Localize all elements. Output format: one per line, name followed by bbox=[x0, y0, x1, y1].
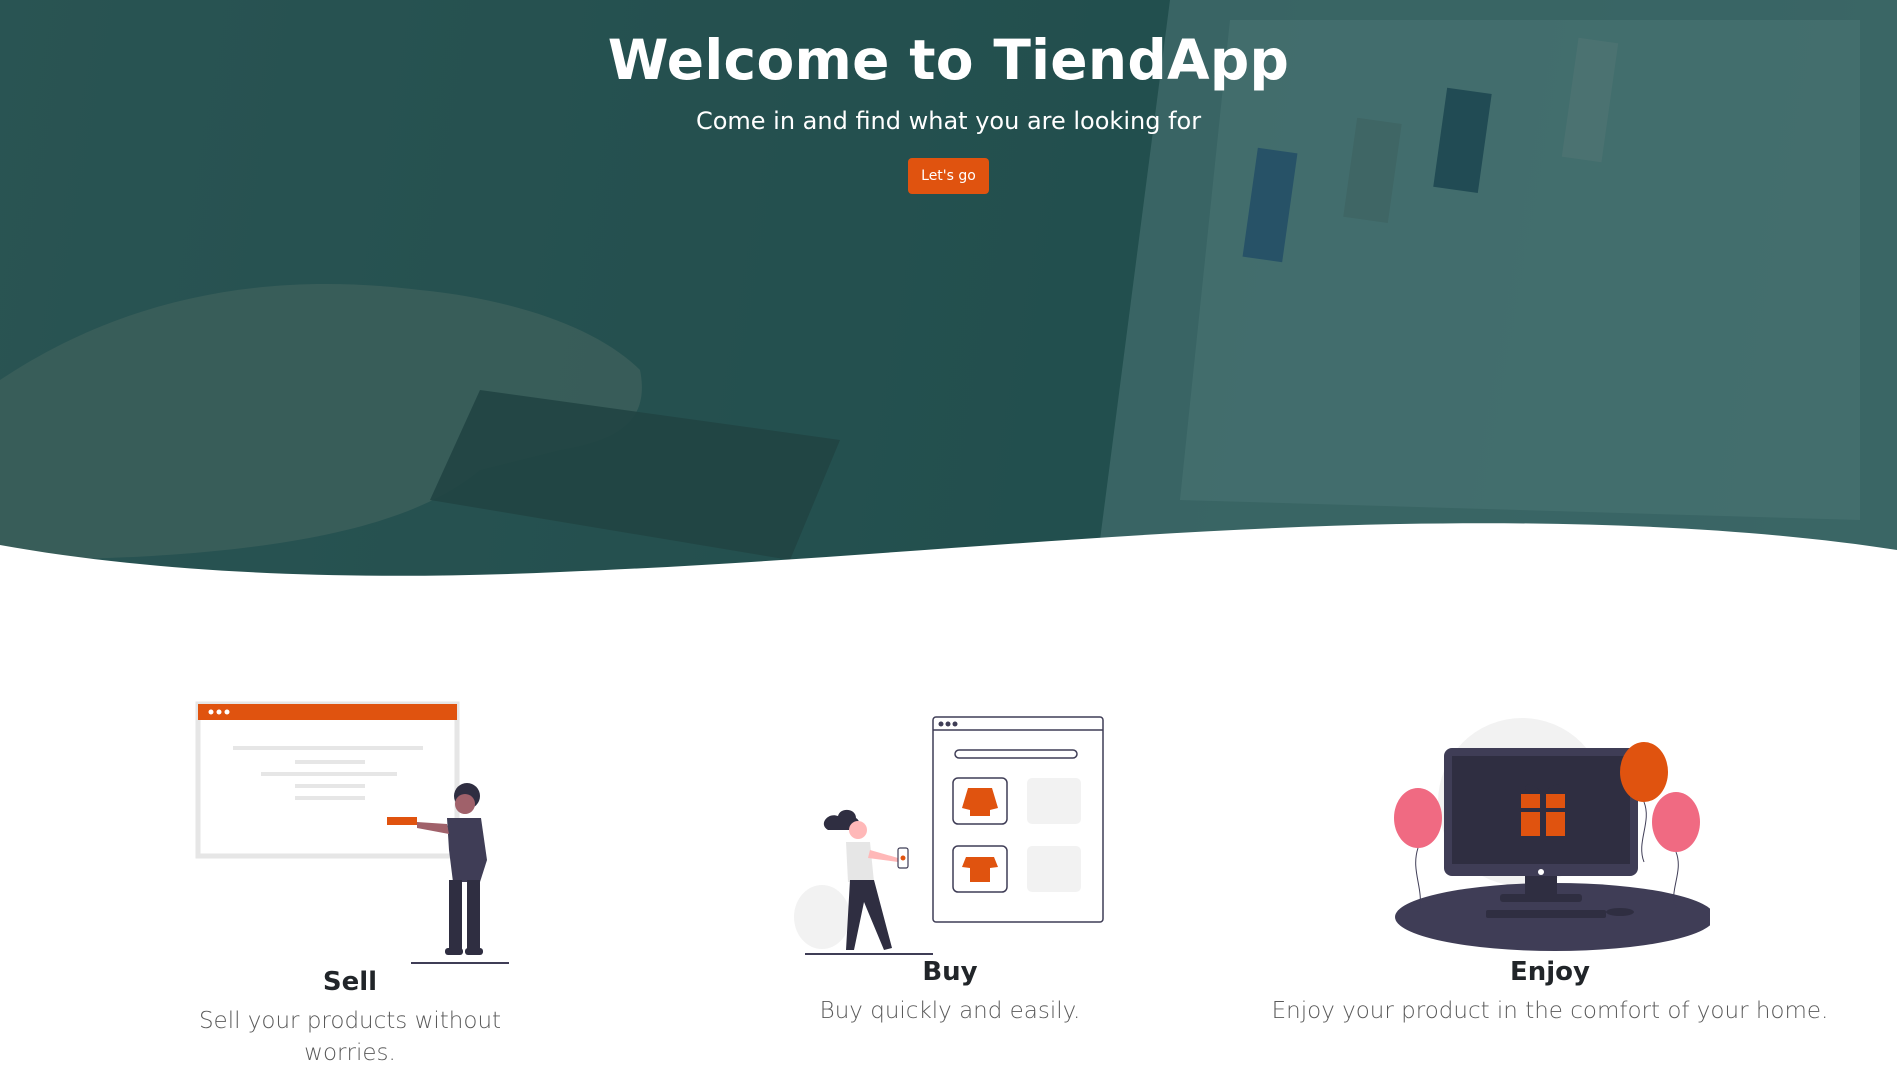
buy-illustration bbox=[794, 716, 1104, 955]
feature-buy-title: Buy bbox=[922, 957, 978, 987]
hero-content: Welcome to TiendApp Come in and find wha… bbox=[0, 22, 1897, 194]
feature-enjoy: Enjoy Enjoy your product in the comfort … bbox=[1270, 955, 1830, 1027]
feature-sell-description: Sell your products without worries. bbox=[198, 1008, 502, 1066]
feature-sell-title: Sell bbox=[322, 967, 378, 997]
hero-wave-divider bbox=[0, 523, 1897, 590]
hero-title: Welcome to TiendApp bbox=[607, 28, 1290, 92]
enjoy-illustration bbox=[1394, 718, 1710, 951]
hero-subtitle: Come in and find what you are looking fo… bbox=[695, 107, 1202, 135]
feature-sell: Sell Sell your products without worries. bbox=[150, 965, 550, 1069]
feature-buy-description: Buy quickly and easily. bbox=[819, 998, 1081, 1024]
feature-enjoy-title: Enjoy bbox=[1510, 957, 1590, 987]
sell-illustration bbox=[195, 701, 509, 964]
feature-enjoy-description: Enjoy your product in the comfort of you… bbox=[1271, 998, 1829, 1024]
lets-go-button[interactable]: Let's go bbox=[908, 158, 989, 194]
feature-buy: Buy Buy quickly and easily. bbox=[750, 955, 1150, 1027]
hero-section: Welcome to TiendApp Come in and find wha… bbox=[0, 0, 1897, 590]
